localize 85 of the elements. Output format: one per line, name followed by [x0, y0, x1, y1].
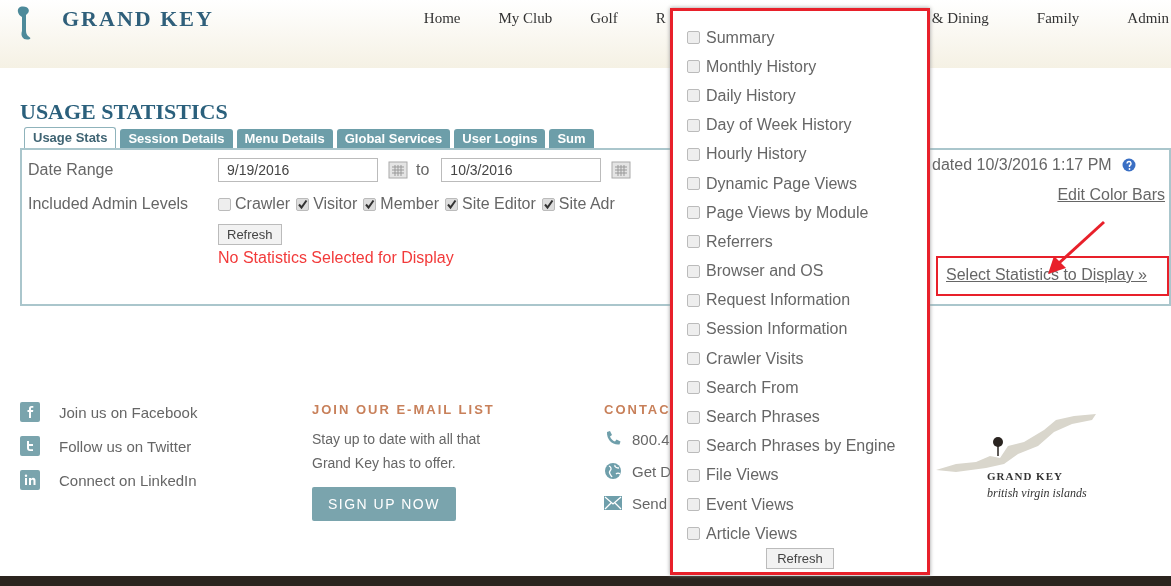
checkbox[interactable] — [687, 498, 700, 512]
checkbox[interactable] — [687, 352, 700, 366]
contact-link[interactable]: Get D — [632, 462, 672, 480]
calendar-icon[interactable] — [388, 161, 408, 179]
nav-link[interactable]: Family — [1036, 10, 1080, 27]
globe-icon — [604, 462, 622, 480]
checkbox[interactable] — [687, 147, 700, 161]
twitter-icon[interactable] — [20, 436, 40, 456]
checkbox[interactable] — [687, 410, 700, 424]
checkbox[interactable] — [687, 468, 700, 482]
checkbox[interactable] — [687, 89, 700, 103]
refresh-button[interactable]: Refresh — [218, 224, 282, 245]
tab[interactable]: Usage Stats — [24, 127, 117, 148]
checkbox[interactable] — [687, 293, 700, 307]
checkbox-label: Browser and OS — [706, 262, 824, 281]
checkbox-label: Site Adr — [558, 195, 615, 213]
checkbox-label: Daily History — [706, 86, 796, 105]
nav-link[interactable]: Home — [423, 10, 461, 27]
checkbox-label: Monthly History — [706, 57, 817, 76]
linkedin-icon[interactable] — [20, 470, 40, 490]
calendar-icon[interactable] — [611, 161, 632, 179]
checkbox[interactable] — [687, 177, 700, 191]
checkbox[interactable] — [687, 264, 700, 278]
checkbox[interactable] — [363, 197, 377, 211]
footer-logo-text: GRAND KEY — [987, 470, 1063, 482]
checkbox[interactable] — [687, 60, 700, 74]
checkbox-label: Dynamic Page Views — [706, 174, 857, 193]
contact-link[interactable]: Send — [632, 494, 668, 512]
site-logo[interactable]: GRAND KEY — [62, 6, 214, 32]
nav-link[interactable]: & Dining — [931, 10, 989, 27]
nav-link[interactable]: My Club — [498, 10, 553, 27]
checkbox[interactable] — [687, 527, 700, 541]
checkbox[interactable] — [541, 197, 555, 211]
checkbox-label: Search Phrases — [706, 408, 820, 427]
checkbox[interactable] — [687, 235, 700, 249]
footer-logo-tagline: british virgin islands — [987, 486, 1087, 501]
checkbox-label: Referrers — [706, 232, 773, 251]
checkbox-label: Event Views — [706, 495, 794, 514]
to-label: to — [416, 161, 430, 179]
checkbox[interactable] — [687, 31, 700, 45]
social-link[interactable]: Join us on Facebook — [59, 403, 198, 421]
checkbox[interactable] — [687, 439, 700, 453]
checkbox-label: Session Information — [706, 320, 848, 339]
envelope-icon — [604, 496, 622, 510]
checkbox[interactable] — [218, 197, 231, 211]
checkbox-label: Member — [380, 195, 439, 213]
checkbox-label: Hourly History — [706, 145, 807, 164]
checkbox-label: Page Views by Module — [706, 203, 869, 222]
last-updated-text: dated 10/3/2016 1:17 PM — [932, 156, 1112, 174]
edit-color-bars-link[interactable]: Edit Color Bars — [1057, 186, 1165, 204]
section-heading: JOIN OUR E-MAIL LIST — [312, 402, 496, 417]
checkbox[interactable] — [687, 381, 700, 395]
checkbox-label: File Views — [706, 466, 779, 485]
select-statistics-link[interactable]: Select Statistics to Display » — [946, 266, 1147, 283]
field-label: Included Admin Levels — [28, 195, 190, 213]
checkbox[interactable] — [687, 118, 700, 132]
nav-link[interactable]: Admin — [1127, 10, 1169, 27]
newsletter-text: Stay up to date with all that Grand Key has to offer. — [312, 430, 482, 473]
nav-link[interactable]: R — [655, 10, 666, 27]
checkbox-label: Search From — [706, 378, 799, 397]
checkbox-label: Search Phrases by Engine — [706, 437, 896, 456]
nav-link[interactable]: Golf — [590, 10, 618, 27]
social-link[interactable]: Connect on LinkedIn — [59, 471, 197, 489]
checkbox-label: Request Information — [706, 291, 851, 310]
checkbox-label: Visitor — [313, 195, 358, 213]
checkbox-label: Site Editor — [462, 195, 536, 213]
checkbox-label: Crawler — [235, 195, 291, 213]
field-label: Date Range — [28, 161, 115, 179]
help-icon[interactable] — [1121, 158, 1136, 172]
checkbox-label: Article Views — [706, 524, 798, 543]
checkbox[interactable] — [445, 197, 458, 211]
start-date-field[interactable]: 9/19/2016 — [218, 158, 378, 182]
checkbox-label: Day of Week History — [706, 116, 852, 135]
checkbox-label: Crawler Visits — [706, 349, 804, 368]
status-message: No Statistics Selected for Display — [218, 249, 454, 267]
refresh-button[interactable]: Refresh — [766, 548, 834, 570]
checkbox[interactable] — [296, 197, 310, 211]
phone-icon — [604, 430, 622, 448]
contact-link[interactable]: 800.4 — [632, 430, 670, 448]
checkbox[interactable] — [687, 206, 700, 220]
social-link[interactable]: Follow us on Twitter — [59, 437, 192, 455]
end-date-field[interactable]: 10/3/2016 — [441, 158, 602, 182]
checkbox[interactable] — [687, 322, 700, 336]
facebook-icon[interactable] — [20, 402, 40, 422]
checkbox-label: Summary — [706, 28, 775, 47]
